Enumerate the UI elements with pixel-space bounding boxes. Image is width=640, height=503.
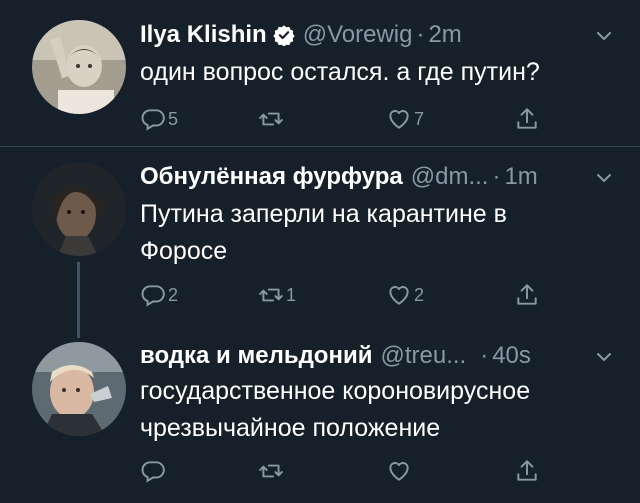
handle[interactable]: @treu...	[380, 342, 466, 370]
like-button[interactable]: 2	[386, 280, 424, 310]
retweet-arrows-icon	[259, 464, 283, 478]
heart-icon	[389, 286, 409, 305]
separator-dot: ·	[492, 163, 501, 190]
handle[interactable]: @dm...	[411, 163, 489, 191]
reply-count: 2	[168, 284, 179, 305]
speech-bubble-icon	[141, 285, 165, 307]
timestamp[interactable]: 1m	[504, 163, 537, 191]
retweet-button[interactable]: 1	[258, 280, 296, 310]
chevron-down-icon[interactable]	[594, 347, 614, 367]
share-button[interactable]	[514, 280, 540, 310]
retweet-count: 1	[286, 284, 297, 305]
retweet-button[interactable]	[258, 456, 286, 486]
chevron-down-icon[interactable]	[594, 168, 614, 188]
tweet-text: Путина заперли на карантине в Форосе	[140, 200, 507, 265]
tweet-actions	[140, 456, 560, 486]
timestamp[interactable]: 40s	[492, 342, 531, 370]
tweet-header: водка и мельдоний @treu... · 40s	[140, 341, 531, 371]
avatar[interactable]	[32, 162, 126, 256]
reply-button[interactable]: 2	[140, 280, 178, 310]
share-upload-icon	[517, 460, 537, 481]
tweet-text: государственное короновирусное чрезвычай…	[140, 377, 531, 442]
tweet-header: Обнулённая фурфура @dm... · 1m	[140, 162, 538, 192]
display-name[interactable]: водка и мельдоний	[140, 342, 372, 370]
timeline: Ilya Klishin @Vorewig · 2m один вопрос о…	[0, 0, 640, 503]
heart-icon	[389, 462, 409, 481]
display-name[interactable]: Обнулённая фурфура	[140, 163, 403, 191]
like-button[interactable]	[386, 456, 414, 486]
speech-bubble-icon	[141, 461, 165, 483]
tweet[interactable]: Обнулённая фурфура @dm... · 1m Путина за…	[0, 0, 640, 503]
avatar[interactable]	[32, 342, 126, 436]
like-count: 2	[414, 284, 425, 305]
separator-dot: ·	[480, 342, 489, 369]
tweet-actions: 2 1 2	[140, 280, 560, 310]
retweet-arrows-icon	[259, 288, 283, 302]
thread-connector-line	[77, 262, 80, 338]
reply-button[interactable]	[140, 456, 168, 486]
share-button[interactable]	[514, 456, 540, 486]
share-upload-icon	[517, 284, 537, 305]
